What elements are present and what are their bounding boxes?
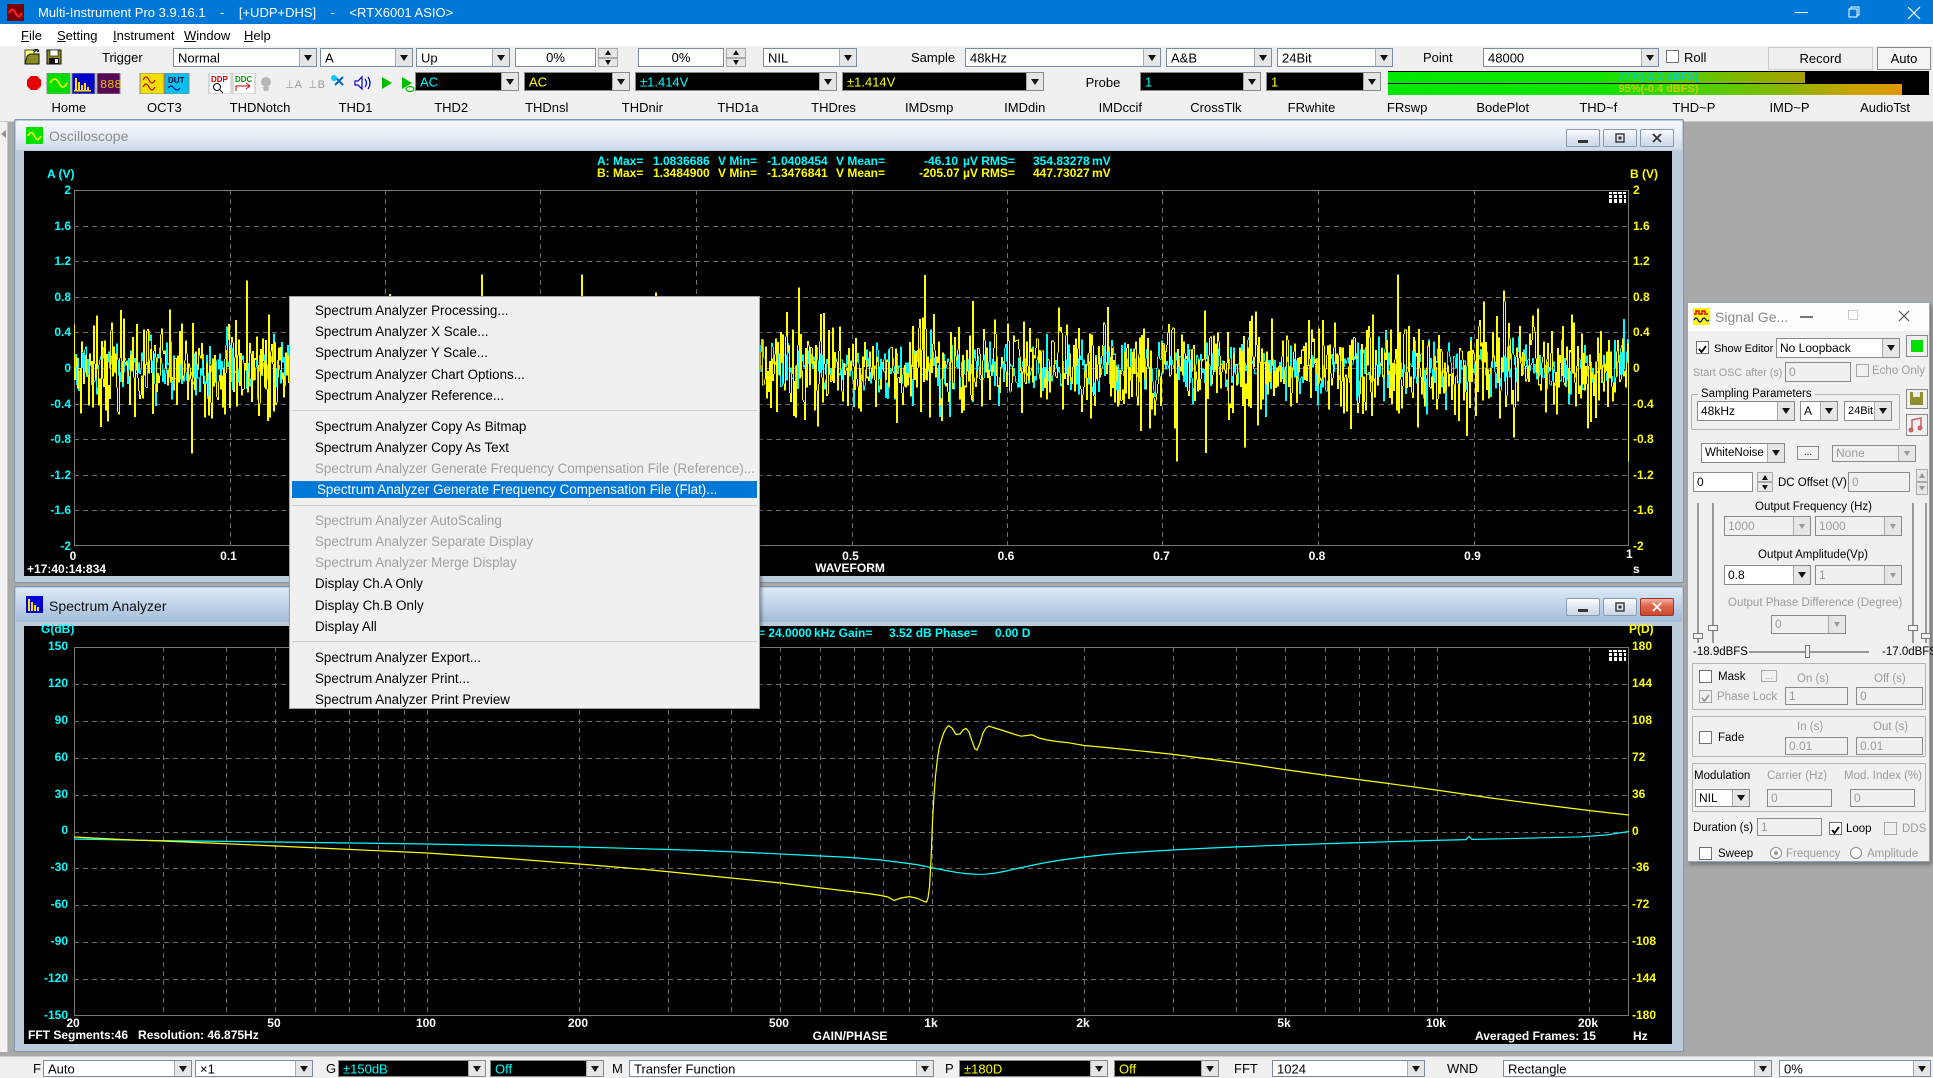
svg-text:888: 888 [100, 78, 122, 92]
svg-text:DUT: DUT [168, 76, 185, 85]
svg-text:DDC: DDC [235, 75, 253, 84]
svg-text:DDP: DDP [211, 75, 229, 84]
svg-text:⊥A: ⊥A [285, 79, 303, 91]
svg-text:⊥B: ⊥B [308, 79, 325, 91]
